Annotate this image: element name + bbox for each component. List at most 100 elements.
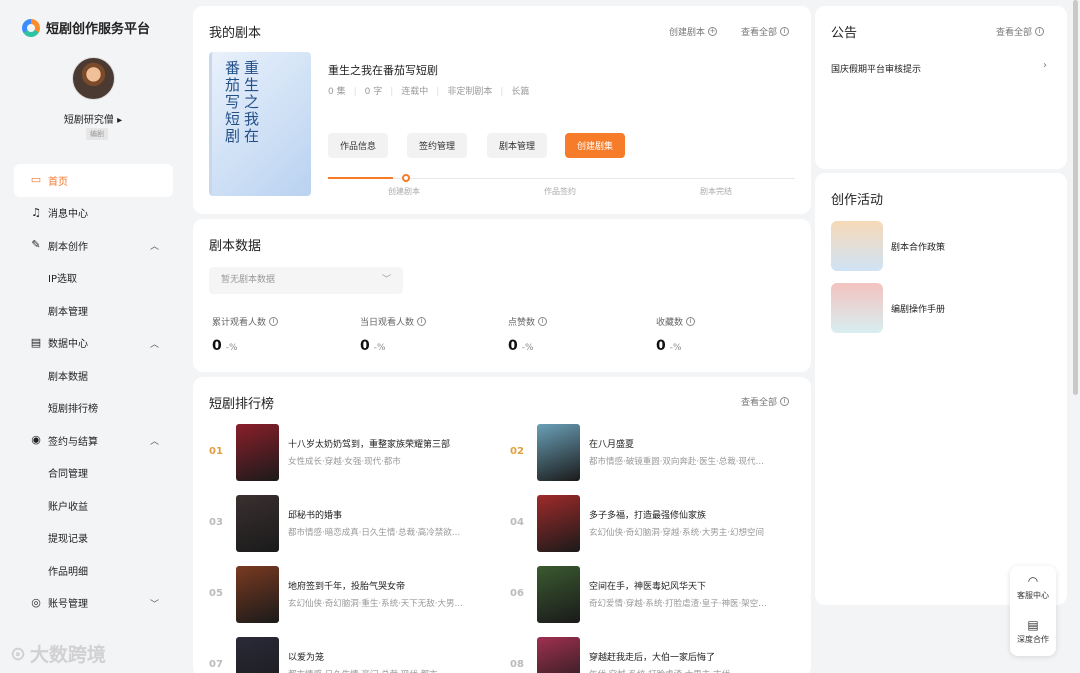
drama-title[interactable]: 空间在手，神医毒妃风华天下 [589,579,706,592]
page-scrollbar[interactable] [1073,0,1078,395]
customer-service-label: 客服中心 [1017,591,1049,600]
pen-icon: ✎ [31,238,41,252]
chevron-right-icon[interactable]: › [1043,60,1047,71]
drama-poster[interactable] [236,637,279,673]
activity-thumbnail [831,283,883,333]
rank-number: 05 [209,588,223,599]
avatar[interactable] [72,57,115,100]
drama-poster[interactable] [537,424,580,481]
view-all-ranking-link[interactable]: 查看全部 i [741,395,790,408]
drama-title[interactable]: 在八月盛夏 [589,437,634,450]
drama-tags: 玄幻仙侠·奇幻脑洞·穿越·系统·大男主·幻想空间 [589,528,765,538]
ranking-item[interactable]: 03 邱秘书的婚事 都市情感·暗恋成真·日久生情·总裁·高冷禁欲… [209,495,489,553]
ranking-item[interactable]: 02 在八月盛夏 都市情感·破镜重圆·双向奔赴·医生·总裁·现代… [510,424,790,482]
drama-title[interactable]: 邱秘书的婚事 [288,508,342,521]
sidebar-item-1[interactable]: ♫ 消息中心 [14,197,173,230]
info-circle-icon[interactable]: i [538,317,548,326]
brand[interactable]: 短剧创作服务平台 [22,18,150,37]
ranking-item[interactable]: 07 以爱为笼都市情感·日久生情·豪门·总裁·现代·都市 [209,637,489,673]
script-select[interactable]: 暂无剧本数据 ﹀ [209,267,403,294]
drama-poster[interactable] [236,566,279,623]
drama-poster[interactable] [537,495,580,552]
create-episode-button[interactable]: 创建剧集 [565,133,626,158]
progress-track [328,178,795,179]
drama-title[interactable]: 十八岁太奶奶驾到，重整家族荣耀第三部 [288,437,450,450]
chevron-up-icon[interactable]: ︿ [150,434,159,447]
script-cover[interactable]: 重生之我在番茄写短剧 [209,52,311,196]
drama-poster[interactable] [537,566,580,623]
ranking-item[interactable]: 05 地府签到千年，投胎气哭女帝玄幻仙侠·奇幻脑洞·重生·系统·天下无敌·大男… [209,566,489,624]
sidebar-item-9[interactable]: 合同管理 [14,457,173,490]
script-title[interactable]: 重生之我在番茄写短剧 [328,62,438,78]
brand-name: 短剧创作服务平台 [46,22,151,37]
view-all-scripts-link[interactable]: 查看全部 i [741,25,790,38]
drama-poster[interactable] [236,424,279,481]
drama-tags: 都市情感·日久生情·豪门·总裁·现代·都市 [288,668,488,673]
meta-item: 0 集 [328,87,346,97]
ranking-item[interactable]: 01 十八岁太奶奶驾到，重整家族荣耀第三部 女性成长·穿越·女强·现代·都市 [209,424,489,482]
drama-poster[interactable] [236,495,279,552]
notice-item[interactable]: 国庆假期平台审核提示 [831,62,921,75]
sidebar-item-7[interactable]: 短剧排行榜 [14,392,173,425]
stat-total-viewers: 累计观看人数 i 0 -% [212,315,279,354]
view-all-label: 查看全部 [741,28,778,38]
info-circle-icon[interactable]: i [269,317,279,326]
watermark-logo-icon: ⊙ [10,642,26,665]
rank-number: 06 [510,588,524,599]
info-circle-icon[interactable]: i [686,317,696,326]
headset-icon: ◠ [1027,574,1039,588]
stat-label: 累计观看人数 [212,318,267,328]
bell-icon: ♫ [31,205,41,219]
logo-icon [22,18,40,37]
sidebar-item-5[interactable]: ▤ 数据中心 ︿ [14,327,173,360]
drama-title[interactable]: 地府签到千年，投胎气哭女帝 [288,579,405,592]
drama-title[interactable]: 多子多福，打造最强修仙家族 [589,508,706,521]
info-circle-icon[interactable]: i [417,317,427,326]
sidebar-item-13[interactable]: ◎ 账号管理 ﹀ [14,587,173,620]
chevron-up-icon[interactable]: ︿ [150,337,159,350]
contract-manage-button[interactable]: 签约管理 [407,133,468,158]
activity-item-policy[interactable]: 剧本合作政策 [831,221,1041,271]
drama-poster[interactable] [537,637,580,673]
script-manage-button[interactable]: 剧本管理 [487,133,548,158]
username[interactable]: 短剧研究僧 ▸ [0,111,186,126]
sidebar-item-11[interactable]: 提现记录 [14,522,173,555]
view-all-notice-link[interactable]: 查看全部 i [996,25,1045,38]
work-info-button[interactable]: 作品信息 [328,133,389,158]
document-icon: ▤ [1027,618,1039,632]
sidebar-item-3[interactable]: IP选取 [14,262,173,295]
sidebar-item-4[interactable]: 剧本管理 [14,294,173,327]
customer-service-button[interactable]: ◠ 客服中心 [1010,574,1056,601]
stat-daily-viewers: 当日观看人数 i 0 -% [360,315,427,354]
chevron-up-icon[interactable]: ︿ [150,239,159,252]
script-meta: 0 集 0 字连载中非定制剧本长篇 [328,84,529,97]
sidebar-item-10[interactable]: 账户收益 [14,489,173,522]
user-role-badge: 编剧 [86,128,108,140]
ranking-item[interactable]: 04 多子多福，打造最强修仙家族玄幻仙侠·奇幻脑洞·穿越·系统·大男主·幻想空间 [510,495,790,553]
sidebar-item-8[interactable]: ◉ 签约与结算 ︿ [14,424,173,457]
sidebar-item-6[interactable]: 剧本数据 [14,359,173,392]
info-circle-icon: i [780,27,790,36]
monitor-icon: ▭ [30,173,42,187]
drama-title[interactable]: 穿越赶我走后，大伯一家后悔了 [589,650,715,663]
stat-likes: 点赞数 i 0 -% [508,315,548,354]
account-icon: ◎ [31,595,41,609]
chevron-down-icon: ﹀ [381,275,391,285]
stat-label: 收藏数 [656,318,684,328]
sidebar: 短剧创作服务平台 短剧研究僧 ▸ 编剧 ▭ 首页 ♫ 消息中心 ✎ 剧本创作 ︿ IP选取 剧本… [0,0,186,673]
ranking-item[interactable]: 08 穿越赶我走后，大伯一家后悔了年代·穿越·系统·打脸虐渣·大男主·古代 [510,637,790,673]
chevron-down-icon[interactable]: ﹀ [150,597,159,610]
sidebar-item-2[interactable]: ✎ 剧本创作 ︿ [14,229,173,262]
sidebar-item-0[interactable]: ▭ 首页 [14,164,173,197]
rank-number: 02 [510,446,524,457]
info-circle-icon: i [780,397,790,406]
drama-title[interactable]: 以爱为笼 [288,650,324,663]
drama-tags: 玄幻仙侠·奇幻脑洞·重生·系统·天下无敌·大男… [288,599,464,609]
rank-number: 04 [510,517,524,528]
deep-cooperation-button[interactable]: ▤ 深度合作 [1010,618,1056,645]
ranking-item[interactable]: 06 空间在手，神医毒妃风华天下 奇幻爱情·穿越·系统·打脸虐渣·皇子·神医·架空… [510,566,790,624]
create-script-link[interactable]: 创建剧本 + [669,25,718,38]
stat-value: 0 [212,338,222,354]
activity-item-manual[interactable]: 编剧操作手册 [831,283,1041,333]
sidebar-item-12[interactable]: 作品明细 [14,554,173,587]
